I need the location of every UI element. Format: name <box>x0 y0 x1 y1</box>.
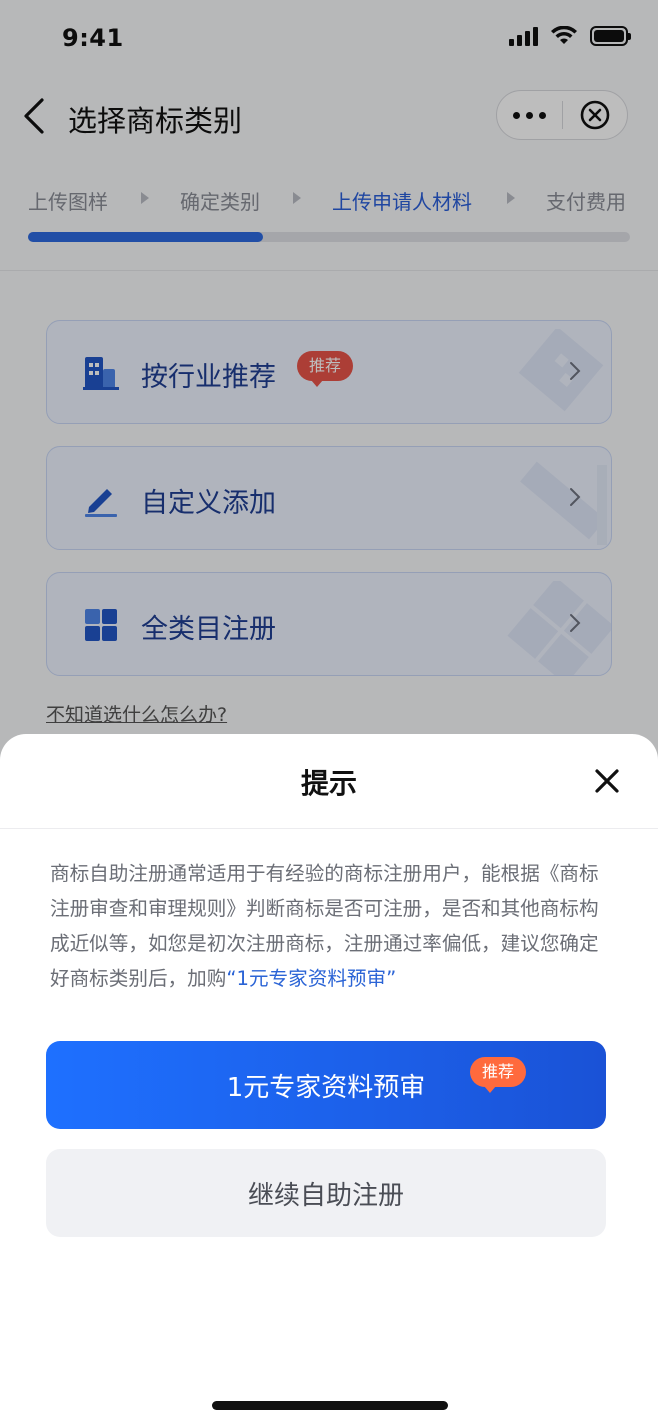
sheet-message-highlight: “1元专家资料预审” <box>226 967 397 990</box>
home-indicator <box>212 1401 448 1410</box>
recommend-badge: 推荐 <box>470 1057 527 1093</box>
sheet-message: 商标自助注册通常适用于有经验的商标注册用户，能根据《商标注册审查和审理规则》判断… <box>50 856 610 996</box>
expert-review-button[interactable]: 1元专家资料预审 推荐 <box>46 1041 606 1129</box>
close-icon[interactable] <box>594 768 620 794</box>
continue-self-register-label: 继续自助注册 <box>247 1180 404 1211</box>
sheet-divider <box>0 828 658 829</box>
expert-review-label: 1元专家资料预审 <box>226 1072 426 1103</box>
bottom-sheet: 提示 商标自助注册通常适用于有经验的商标注册用户，能根据《商标注册审查和审理规则… <box>0 734 658 1425</box>
sheet-title: 提示 <box>300 767 357 800</box>
continue-self-register-button[interactable]: 继续自助注册 <box>46 1149 606 1237</box>
